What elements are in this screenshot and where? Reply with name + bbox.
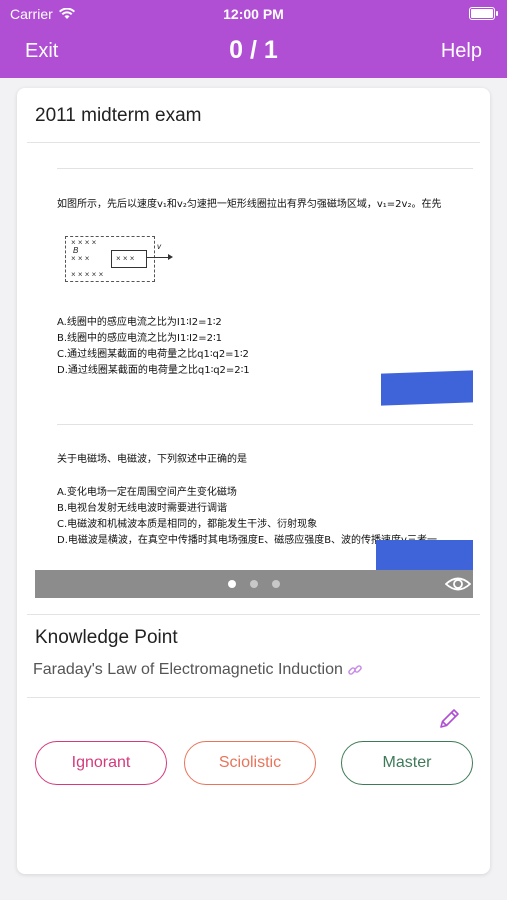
divider [27, 697, 480, 698]
battery-icon [469, 7, 498, 20]
page-dot[interactable] [228, 580, 236, 588]
question-image-viewer[interactable]: 如图所示，先后以速度v₁和v₂匀速把一矩形线圈拉出有界匀强磁场区域，v₁=2v₂… [35, 144, 473, 599]
question-2-option: A.变化电场一定在周围空间产生变化磁场 [57, 487, 237, 498]
help-button[interactable]: Help [441, 40, 482, 63]
status-bar: Carrier 12:00 PM [0, 0, 507, 28]
knowledge-point-title: Knowledge Point [35, 627, 178, 648]
question-1-option: B.线圈中的感应电流之比为I1∶I2=2∶1 [57, 333, 222, 344]
page-dot[interactable] [250, 580, 258, 588]
velocity-arrow [147, 254, 173, 260]
ignorant-button[interactable]: Ignorant [35, 741, 167, 785]
question-1-option: D.通过线圈某截面的电荷量之比q1∶q2=2∶1 [57, 365, 250, 376]
magnetic-field-figure: × × × × × × × × × × × × × × × B v [65, 236, 175, 282]
question-2-stem: 关于电磁场、电磁波，下列叙述中正确的是 [57, 454, 247, 465]
exit-button[interactable]: Exit [25, 40, 58, 63]
divider [57, 424, 473, 425]
page-dot[interactable] [272, 580, 280, 588]
redaction-mark [376, 540, 473, 574]
question-1-stem: 如图所示，先后以速度v₁和v₂匀速把一矩形线圈拉出有界匀强磁场区域，v₁=2v₂… [57, 199, 442, 210]
status-time: 12:00 PM [223, 6, 284, 22]
divider [57, 168, 473, 169]
knowledge-point-value: Faraday's Law of Electromagnetic Inducti… [33, 661, 343, 678]
master-button[interactable]: Master [341, 741, 473, 785]
divider [27, 142, 480, 143]
question-2-option: B.电视台发射无线电波时需要进行调谐 [57, 503, 228, 514]
navigation-bar: Exit 0 / 1 Help [0, 32, 507, 72]
pencil-icon[interactable] [436, 706, 462, 732]
v-label: v [157, 242, 161, 251]
image-pager-bar [35, 570, 473, 598]
question-2-option: C.电磁波和机械波本质是相同的，都能发生干涉、衍射现象 [57, 519, 318, 530]
question-card: 2011 midterm exam 如图所示，先后以速度v₁和v₂匀速把一矩形线… [17, 88, 490, 874]
link-icon [348, 665, 362, 675]
sciolistic-button[interactable]: Sciolistic [184, 741, 316, 785]
question-1-option: A.线圈中的感应电流之比为I1∶I2=1∶2 [57, 317, 222, 328]
divider [27, 614, 480, 615]
b-label: B [73, 246, 79, 255]
question-1-option: C.通过线圈某截面的电荷量之比q1∶q2=1∶2 [57, 349, 249, 360]
coil-loop: × × × [111, 250, 147, 268]
question-counter: 0 / 1 [229, 36, 278, 64]
card-title: 2011 midterm exam [35, 105, 202, 126]
redaction-mark [381, 370, 473, 406]
knowledge-point-link[interactable]: Faraday's Law of Electromagnetic Inducti… [33, 661, 363, 679]
top-bar: Carrier 12:00 PM Exit 0 / 1 Help [0, 0, 507, 78]
eye-icon[interactable] [445, 574, 471, 594]
